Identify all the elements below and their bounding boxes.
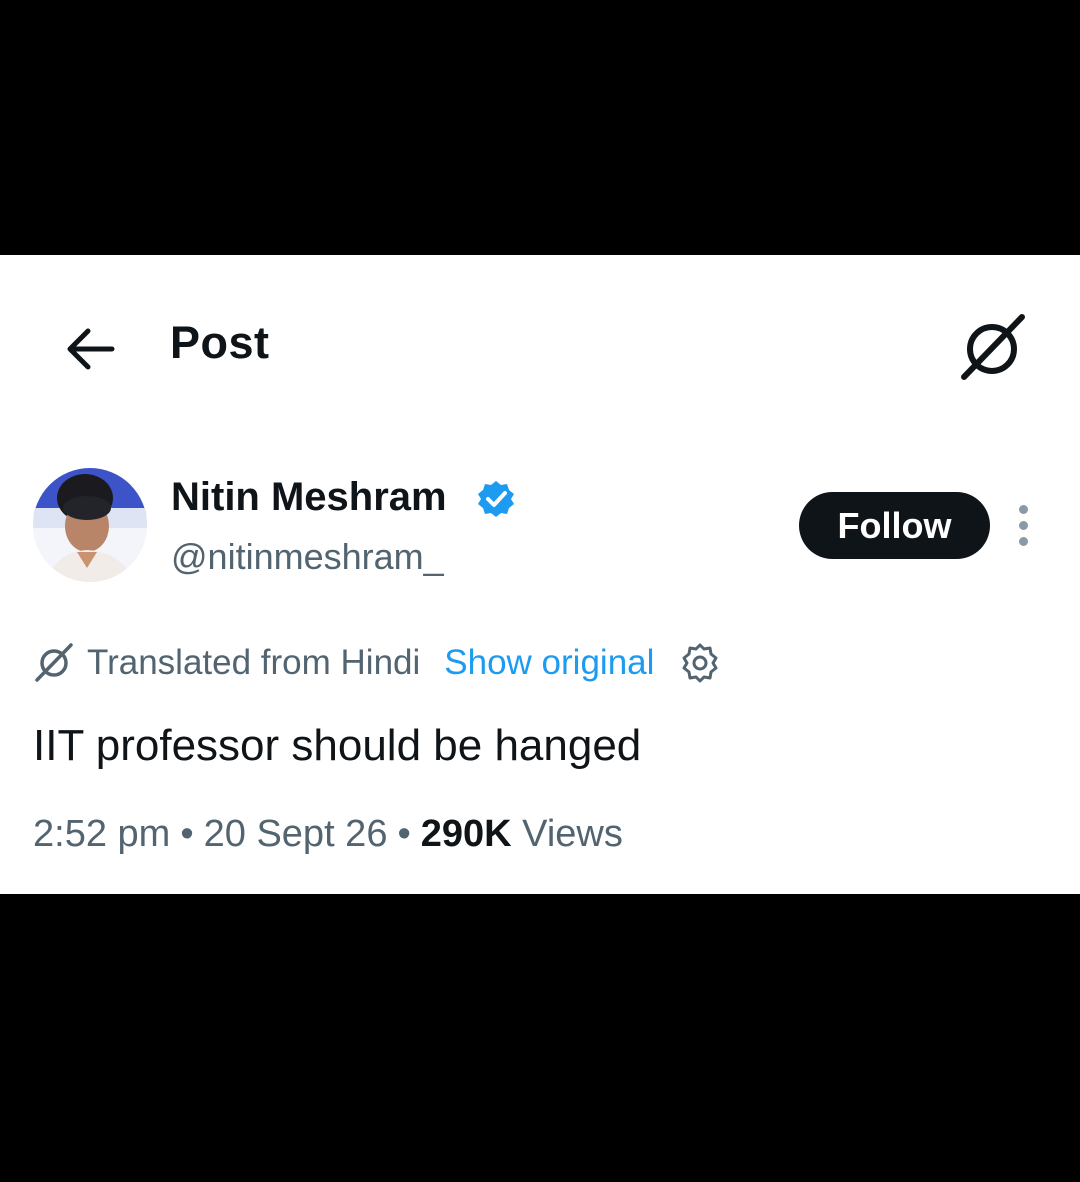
page-title: Post <box>170 317 270 368</box>
letterbox-bottom <box>0 894 1080 1182</box>
post-text: IIT professor should be hanged <box>33 721 642 770</box>
avatar[interactable] <box>33 468 147 582</box>
more-dot <box>1019 505 1028 514</box>
author-display-name[interactable]: Nitin Meshram <box>171 475 447 520</box>
arrow-left-icon <box>67 328 115 370</box>
post-date: 20 Sept 26 <box>203 813 388 855</box>
translated-from-label: Translated from Hindi <box>87 643 421 682</box>
verified-check-icon <box>478 481 514 517</box>
more-options-button[interactable] <box>1008 503 1038 549</box>
views-count[interactable]: 290K <box>421 813 512 855</box>
more-dot <box>1019 537 1028 546</box>
post-metadata: 2:52 pm • 20 Sept 26 • 290K Views <box>33 813 623 856</box>
post-screen: Post Nitin Meshram @nitinmeshram_ Follow… <box>0 255 1080 894</box>
gear-icon[interactable] <box>678 641 722 685</box>
grok-button[interactable] <box>956 313 1028 385</box>
letterbox-top <box>0 0 1080 255</box>
follow-button[interactable]: Follow <box>799 492 990 559</box>
grok-icon <box>961 314 1025 380</box>
grok-icon <box>35 643 73 682</box>
views-label: Views <box>522 813 623 855</box>
back-button[interactable] <box>58 321 122 377</box>
post-time: 2:52 pm <box>33 813 171 855</box>
author-handle[interactable]: @nitinmeshram_ <box>171 536 444 578</box>
more-dot <box>1019 521 1028 530</box>
top-app-bar: Post <box>0 255 1080 435</box>
separator-dot: • <box>397 813 411 855</box>
profile-photo <box>33 468 147 582</box>
separator-dot: • <box>180 813 194 855</box>
translation-bar: Translated from Hindi Show original <box>33 640 722 686</box>
show-original-link[interactable]: Show original <box>444 643 654 683</box>
verified-badge <box>476 479 516 519</box>
